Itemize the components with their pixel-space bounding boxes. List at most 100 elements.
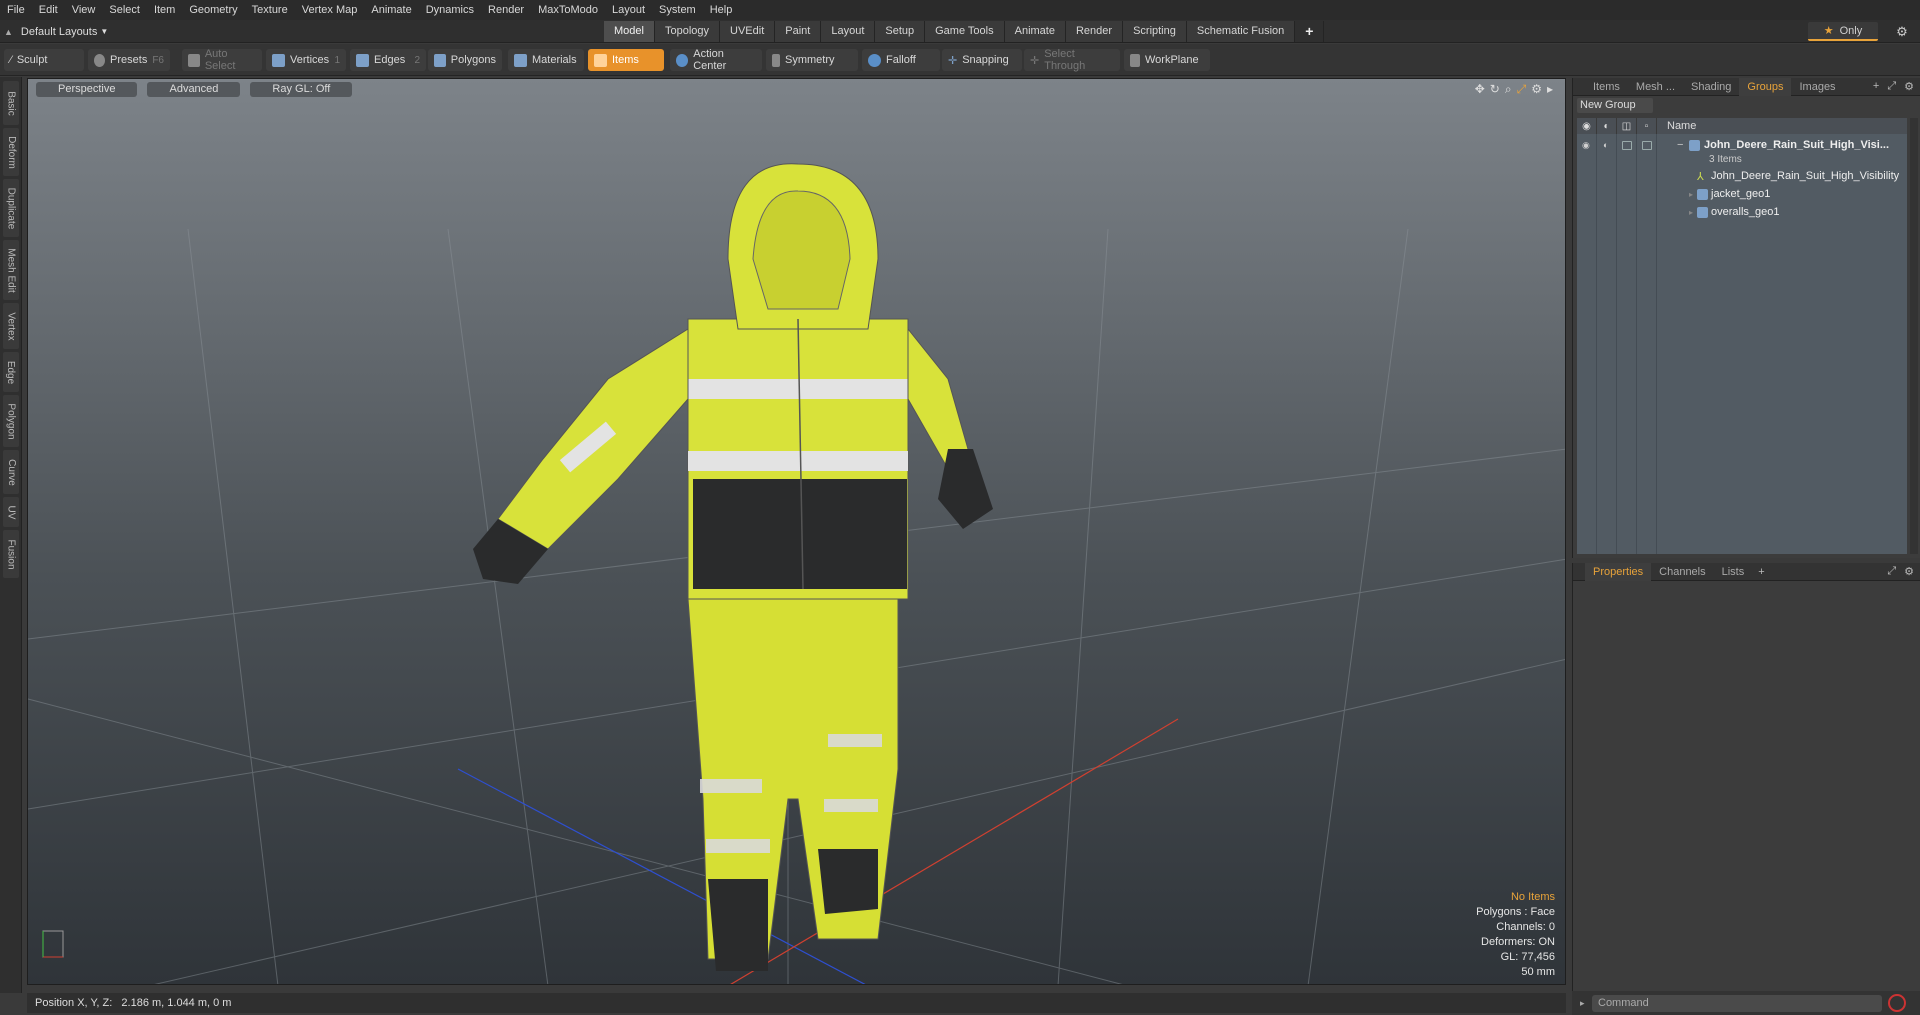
- visibility-col-icon[interactable]: ◉: [1577, 118, 1597, 134]
- gear-icon[interactable]: ⚙: [1890, 22, 1914, 41]
- panel-tab[interactable]: Groups: [1739, 77, 1792, 96]
- side-tab[interactable]: Deform: [3, 128, 19, 176]
- default-layouts-dropdown[interactable]: ▲ Default Layouts ▼: [4, 22, 108, 41]
- menu-item[interactable]: Render: [481, 0, 531, 20]
- menu-item[interactable]: Texture: [245, 0, 295, 20]
- workplane-button[interactable]: WorkPlane: [1124, 49, 1210, 71]
- tree-row-child[interactable]: ▸ jacket_geo1: [1577, 185, 1907, 203]
- panel-tab[interactable]: Properties: [1585, 562, 1652, 581]
- materials-button[interactable]: Materials: [508, 49, 584, 71]
- panel-gear-icon[interactable]: ⚙: [1904, 80, 1914, 93]
- raygl-toggle[interactable]: Ray GL: Off: [250, 82, 353, 97]
- panel-tab[interactable]: Images: [1791, 78, 1843, 96]
- symmetry-button[interactable]: Symmetry: [766, 49, 858, 71]
- select-checkbox[interactable]: [1642, 140, 1652, 150]
- eye-icon[interactable]: ◉: [1582, 140, 1590, 151]
- viewport-gear-icon[interactable]: ⚙: [1531, 82, 1542, 97]
- presets-button[interactable]: Presets F6: [88, 49, 170, 71]
- menu-item[interactable]: Select: [102, 0, 147, 20]
- lock-checkbox[interactable]: [1622, 140, 1632, 150]
- workspace-tab[interactable]: Model: [604, 21, 655, 42]
- workspace-tab[interactable]: Topology: [654, 21, 721, 42]
- vertices-button[interactable]: Vertices 1: [266, 49, 346, 71]
- side-tab[interactable]: Polygon: [3, 395, 19, 447]
- shading-dropdown[interactable]: Advanced: [147, 82, 241, 97]
- side-tab[interactable]: Edge: [3, 352, 19, 392]
- menu-item[interactable]: Geometry: [182, 0, 244, 20]
- render-col-icon[interactable]: ◐: [1597, 118, 1617, 134]
- action-center-button[interactable]: Action Center: [670, 48, 762, 72]
- 3d-viewport[interactable]: Perspective Advanced Ray GL: Off ✥ ↻ ⌕ ⤢…: [27, 78, 1566, 985]
- auto-select-button[interactable]: Auto Select: [182, 48, 262, 72]
- menu-item[interactable]: MaxToModo: [531, 0, 605, 20]
- tree-row-child[interactable]: ⅄ John_Deere_Rain_Suit_High_Visibility: [1577, 167, 1907, 185]
- side-tab[interactable]: Basic: [3, 81, 19, 125]
- falloff-label: Falloff: [886, 54, 916, 66]
- workspace-tab[interactable]: UVEdit: [720, 21, 776, 42]
- menu-item[interactable]: Animate: [364, 0, 418, 20]
- new-group-button[interactable]: New Group: [1577, 98, 1653, 113]
- panel-tab[interactable]: Channels: [1651, 563, 1713, 581]
- side-tab[interactable]: Mesh Edit: [3, 240, 19, 300]
- items-button[interactable]: Items: [588, 49, 664, 71]
- select-col-icon[interactable]: ▫: [1637, 118, 1657, 134]
- menu-item[interactable]: File: [0, 0, 32, 20]
- menu-item[interactable]: Item: [147, 0, 182, 20]
- menu-item[interactable]: Help: [703, 0, 740, 20]
- rotate-view-icon[interactable]: ↻: [1490, 82, 1500, 97]
- add-tab-icon[interactable]: +: [1873, 80, 1879, 93]
- side-tab[interactable]: UV: [3, 497, 19, 527]
- expand-icon[interactable]: ⤢: [1887, 80, 1896, 93]
- menu-item[interactable]: System: [652, 0, 703, 20]
- select-through-button[interactable]: ✛ Select Through: [1024, 48, 1120, 72]
- sculpt-button[interactable]: ⁄ Sculpt: [4, 49, 84, 71]
- side-tab[interactable]: Vertex: [3, 303, 19, 349]
- panel-tab[interactable]: Lists: [1714, 563, 1753, 581]
- viewport-info: No Items Polygons : Face Channels: 0 Deform…: [1476, 890, 1555, 980]
- groups-grid-header: ◉ ◐ ◫ ▫ Name: [1577, 118, 1907, 134]
- panel-tab[interactable]: Items: [1585, 78, 1628, 96]
- expand-arrow-icon[interactable]: ▸: [1547, 82, 1553, 97]
- menu-item[interactable]: Vertex Map: [295, 0, 365, 20]
- move-view-icon[interactable]: ✥: [1475, 82, 1485, 97]
- menu-item[interactable]: Layout: [605, 0, 652, 20]
- expand-icon[interactable]: ⤢: [1887, 565, 1896, 578]
- add-tab-icon[interactable]: +: [1758, 566, 1764, 578]
- fit-view-icon[interactable]: ⤢: [1517, 82, 1527, 97]
- workspace-tab[interactable]: Animate: [1004, 21, 1066, 42]
- workspace-tab[interactable]: Render: [1065, 21, 1124, 42]
- lock-col-icon[interactable]: ◫: [1617, 118, 1637, 134]
- side-tab[interactable]: Curve: [3, 450, 19, 494]
- side-tab[interactable]: Duplicate: [3, 179, 19, 237]
- panel-gear-icon[interactable]: ⚙: [1904, 565, 1914, 578]
- workspace-tab[interactable]: Game Tools: [925, 21, 1005, 42]
- perspective-dropdown[interactable]: Perspective: [36, 82, 138, 97]
- workspace-tab[interactable]: Layout: [821, 21, 876, 42]
- workplane-icon: [1130, 53, 1140, 67]
- panel-tab[interactable]: Shading: [1683, 78, 1739, 96]
- mesh-locator-icon: ⅄: [1697, 170, 1704, 183]
- panel-tab[interactable]: Mesh ...: [1628, 78, 1683, 96]
- workspace-tab[interactable]: Paint: [775, 21, 822, 42]
- tree-row-child[interactable]: ▸ overalls_geo1: [1577, 203, 1907, 221]
- zoom-view-icon[interactable]: ⌕: [1505, 82, 1512, 97]
- render-icon[interactable]: ◐: [1603, 140, 1608, 150]
- workspace-tab[interactable]: Scripting: [1123, 21, 1187, 42]
- only-toggle[interactable]: ★ Only: [1808, 22, 1878, 41]
- menu-item[interactable]: View: [65, 0, 103, 20]
- record-icon[interactable]: [1888, 994, 1906, 1012]
- workspace-tab[interactable]: Schematic Fusion: [1186, 21, 1296, 42]
- falloff-button[interactable]: Falloff: [862, 49, 940, 71]
- snapping-button[interactable]: ✛ Snapping: [942, 49, 1022, 71]
- viewport-info-line: Polygons : Face: [1476, 906, 1555, 918]
- polygons-button[interactable]: Polygons: [428, 49, 502, 71]
- select-through-icon: ✛: [1030, 54, 1040, 67]
- workspace-tab[interactable]: Setup: [875, 21, 926, 42]
- edges-button[interactable]: Edges 2: [350, 49, 426, 71]
- menu-item[interactable]: Dynamics: [419, 0, 481, 20]
- side-tab[interactable]: Fusion: [3, 530, 19, 578]
- menu-item[interactable]: Edit: [32, 0, 65, 20]
- groups-scrollbar[interactable]: [1910, 118, 1918, 554]
- command-input[interactable]: Command: [1592, 994, 1882, 1012]
- add-tab-icon[interactable]: +: [1295, 21, 1325, 42]
